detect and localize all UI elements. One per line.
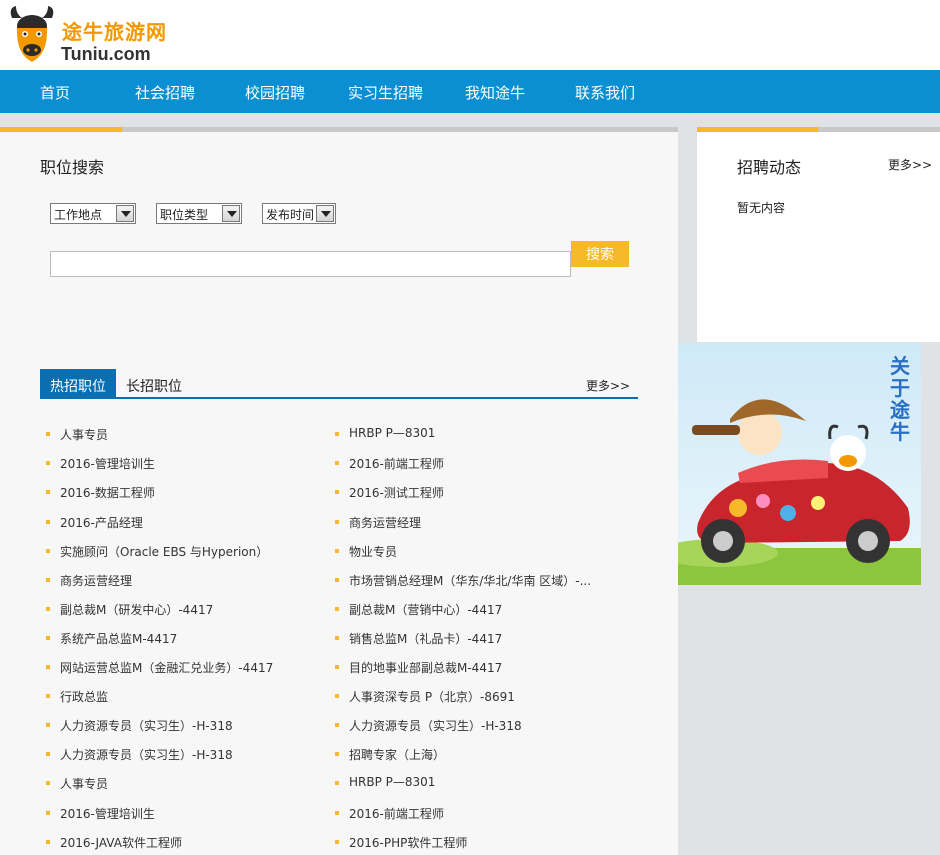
job-link[interactable]: HRBP P—8301: [335, 426, 435, 440]
about-tuniu-banner[interactable]: 关 于 途 牛: [678, 343, 921, 585]
jobs-more-link[interactable]: 更多>>: [586, 377, 630, 394]
job-link[interactable]: 市场营销总经理M（华东/华北/华南 区域）-...: [335, 572, 591, 589]
job-link[interactable]: 2016-PHP软件工程师: [335, 834, 467, 851]
recruit-news-panel: 招聘动态 更多>> 暂无内容: [697, 127, 940, 342]
main-bar-accent: [0, 127, 122, 132]
banner-char: 于: [890, 376, 910, 400]
side-bar-accent: [697, 127, 818, 132]
main-nav: 首页 社会招聘 校园招聘 实习生招聘 我知途牛 联系我们: [0, 70, 940, 113]
job-link[interactable]: 人事专员: [46, 775, 108, 792]
chevron-down-icon: [222, 205, 240, 222]
job-link[interactable]: 2016-JAVA软件工程师: [46, 834, 182, 851]
job-link[interactable]: 销售总监M（礼品卡）-4417: [335, 630, 502, 647]
job-link[interactable]: 实施顾问（Oracle EBS 与Hyperion）: [46, 543, 268, 560]
publish-time-select[interactable]: 发布时间: [262, 203, 336, 224]
job-link[interactable]: 网站运营总监M（金融汇兑业务）-4417: [46, 659, 273, 676]
job-type-select-value: 职位类型: [160, 208, 209, 222]
nav-intern-recruit[interactable]: 实习生招聘: [348, 82, 423, 103]
tab-hot-jobs[interactable]: 热招职位: [40, 369, 116, 398]
cow-logo-icon: [10, 6, 54, 62]
news-more-link[interactable]: 更多>>: [888, 156, 932, 173]
job-link[interactable]: 2016-数据工程师: [46, 484, 155, 501]
job-link[interactable]: 物业专员: [335, 543, 397, 560]
job-link[interactable]: 商务运营经理: [335, 514, 421, 531]
job-link[interactable]: 人事专员: [46, 426, 108, 443]
banner-illustration: 关 于 途 牛: [678, 343, 921, 585]
job-type-select[interactable]: 职位类型: [156, 203, 242, 224]
job-link[interactable]: 副总裁M（营销中心）-4417: [335, 601, 502, 618]
job-link[interactable]: 人力资源专员（实习生）-H-318: [46, 746, 233, 763]
job-link[interactable]: 2016-前端工程师: [335, 455, 444, 472]
nav-social-recruit[interactable]: 社会招聘: [135, 82, 195, 103]
news-empty-text: 暂无内容: [737, 201, 786, 215]
job-link[interactable]: 行政总监: [46, 688, 108, 705]
chevron-down-icon: [316, 205, 334, 222]
job-link[interactable]: 目的地事业部副总裁M-4417: [335, 659, 502, 676]
publish-time-select-value: 发布时间: [266, 208, 315, 222]
location-select[interactable]: 工作地点: [50, 203, 136, 224]
search-button[interactable]: 搜索: [571, 241, 629, 267]
job-link[interactable]: 人事资深专员 P（北京）-8691: [335, 688, 515, 705]
nav-home[interactable]: 首页: [40, 82, 70, 103]
tab-long-term-jobs[interactable]: 长招职位: [126, 376, 182, 396]
side-top-bar: [697, 127, 940, 132]
chevron-down-icon: [116, 205, 134, 222]
job-tabs: 热招职位 长招职位: [40, 369, 638, 399]
tuniu-logo[interactable]: 途牛旅游网 Tuniu.com: [6, 4, 166, 66]
job-link[interactable]: 招聘专家（上海）: [335, 746, 445, 763]
job-link[interactable]: HRBP P—8301: [335, 775, 435, 789]
job-link[interactable]: 2016-管理培训生: [46, 455, 155, 472]
job-link[interactable]: 2016-产品经理: [46, 514, 143, 531]
job-link[interactable]: 2016-测试工程师: [335, 484, 444, 501]
header: 途牛旅游网 Tuniu.com: [0, 0, 940, 70]
nav-campus-recruit[interactable]: 校园招聘: [245, 82, 305, 103]
job-link[interactable]: 2016-管理培训生: [46, 805, 155, 822]
main-top-bar: [0, 127, 678, 132]
logo-text-en: Tuniu.com: [61, 44, 151, 64]
nav-contact-us[interactable]: 联系我们: [575, 82, 635, 103]
job-link[interactable]: 人力资源专员（实习生）-H-318: [335, 717, 522, 734]
job-link[interactable]: 商务运营经理: [46, 572, 132, 589]
job-link[interactable]: 人力资源专员（实习生）-H-318: [46, 717, 233, 734]
job-link[interactable]: 副总裁M（研发中心）-4417: [46, 601, 213, 618]
search-input[interactable]: [50, 251, 571, 277]
banner-char: 牛: [890, 420, 910, 444]
banner-char: 关: [890, 354, 910, 378]
location-select-value: 工作地点: [54, 208, 103, 222]
nav-about-tuniu[interactable]: 我知途牛: [465, 82, 525, 103]
banner-char: 途: [890, 398, 911, 422]
search-title: 职位搜索: [40, 158, 105, 177]
job-link[interactable]: 2016-前端工程师: [335, 805, 444, 822]
logo-text-cn: 途牛旅游网: [62, 20, 167, 44]
job-link[interactable]: 系统产品总监M-4417: [46, 630, 177, 647]
recruit-news-title: 招聘动态: [737, 158, 802, 177]
